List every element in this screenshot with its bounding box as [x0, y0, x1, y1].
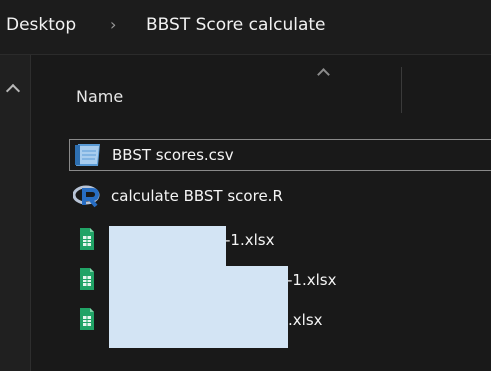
file-row-calculate-r[interactable]: calculate BBST score.R: [69, 181, 491, 213]
address-bar[interactable]: Desktop › BBST Score calculate: [0, 0, 491, 55]
csv-file-icon: [75, 144, 100, 166]
redaction-block: [226, 266, 288, 348]
column-divider[interactable]: [401, 67, 402, 113]
file-name: -1.xlsx: [287, 271, 337, 289]
file-name: -1.xlsx: [225, 231, 275, 249]
file-explorer-window: Desktop › BBST Score calculate Name BBST…: [0, 0, 491, 371]
file-name: .xlsx: [288, 311, 323, 329]
breadcrumb-current-folder[interactable]: BBST Score calculate: [146, 15, 326, 35]
excel-file-icon: [80, 228, 94, 250]
excel-file-icon: [80, 268, 94, 290]
breadcrumb-desktop[interactable]: Desktop: [6, 15, 76, 35]
file-name: BBST scores.csv: [112, 146, 234, 164]
breadcrumb-separator-icon[interactable]: ›: [110, 15, 116, 34]
column-header-name[interactable]: Name: [76, 87, 123, 106]
r-script-icon: [73, 185, 100, 208]
file-name: calculate BBST score.R: [111, 187, 283, 205]
excel-file-icon: [80, 308, 94, 330]
navigation-pane: [0, 55, 31, 371]
chevron-up-icon[interactable]: [5, 83, 21, 99]
file-row-bbst-scores-csv[interactable]: BBST scores.csv: [69, 139, 491, 171]
redaction-block: [109, 226, 226, 348]
sort-ascending-icon[interactable]: [317, 68, 330, 81]
